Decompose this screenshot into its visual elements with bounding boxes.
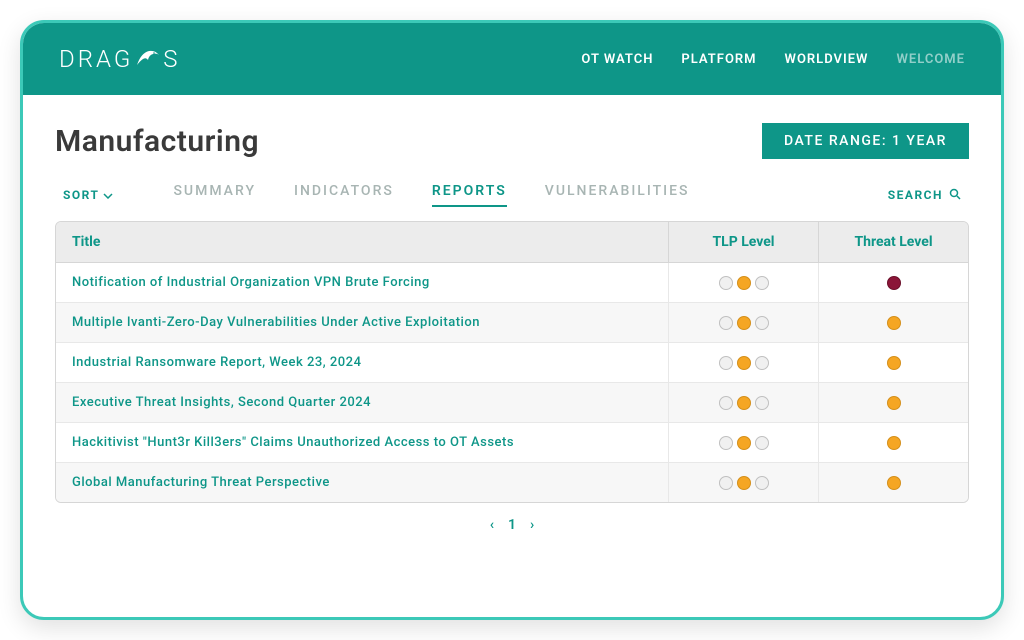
- tlp-dot: [737, 276, 751, 290]
- search-label: SEARCH: [888, 188, 943, 202]
- tab-row: SORT SUMMARY INDICATORS REPORTS VULNERABILI…: [55, 183, 969, 207]
- threat-level-indicator: [818, 263, 968, 302]
- tlp-dot: [719, 356, 733, 370]
- app-frame: DRAG S OT WATCHPLATFORMWORLDVIEWWELCOME …: [20, 20, 1004, 620]
- tab-vulnerabilities[interactable]: VULNERABILITIES: [545, 183, 690, 207]
- tlp-dot: [755, 436, 769, 450]
- report-title-link[interactable]: Global Manufacturing Threat Perspective: [56, 463, 668, 502]
- nav-item-platform[interactable]: PLATFORM: [681, 52, 756, 67]
- col-header-title[interactable]: Title: [56, 222, 668, 262]
- table-row: Multiple Ivanti-Zero-Day Vulnerabilities…: [56, 303, 968, 343]
- tlp-dot: [737, 476, 751, 490]
- content: Manufacturing DATE RANGE: 1 YEAR SORT SU…: [23, 95, 1001, 547]
- table-header: Title TLP Level Threat Level: [56, 222, 968, 263]
- threat-dot: [887, 276, 901, 290]
- dragon-icon: [135, 45, 161, 73]
- pager-current: 1: [508, 517, 516, 533]
- table-row: Hackitivist "Hunt3r Kill3ers" Claims Una…: [56, 423, 968, 463]
- tlp-dot: [755, 396, 769, 410]
- col-header-threat[interactable]: Threat Level: [818, 222, 968, 262]
- search-icon: [949, 188, 961, 203]
- chevron-down-icon: [103, 188, 113, 202]
- pager-next[interactable]: ›: [530, 517, 534, 533]
- threat-level-indicator: [818, 343, 968, 382]
- tlp-dot: [719, 396, 733, 410]
- tlp-level-indicator: [668, 383, 818, 422]
- nav: OT WATCH PLATFORM WORLDVIEW WELCOME: [581, 52, 965, 67]
- threat-dot: [887, 396, 901, 410]
- tlp-dot: [719, 476, 733, 490]
- sort-label: SORT: [63, 188, 99, 202]
- tlp-dot: [719, 276, 733, 290]
- tlp-dot: [755, 356, 769, 370]
- tab-indicators[interactable]: INDICATORS: [294, 183, 394, 207]
- threat-level-indicator: [818, 383, 968, 422]
- table-body: Notification of Industrial Organization …: [56, 263, 968, 502]
- page-title: Manufacturing: [55, 124, 259, 159]
- tlp-dot: [755, 276, 769, 290]
- tab-reports[interactable]: REPORTS: [432, 183, 507, 207]
- report-title-link[interactable]: Multiple Ivanti-Zero-Day Vulnerabilities…: [56, 303, 668, 342]
- tlp-level-indicator: [668, 303, 818, 342]
- nav-item-ot-watch[interactable]: OT WATCH: [581, 52, 653, 67]
- tlp-dot: [719, 316, 733, 330]
- date-range-button[interactable]: DATE RANGE: 1 YEAR: [762, 123, 969, 159]
- tlp-level-indicator: [668, 263, 818, 302]
- tlp-level-indicator: [668, 423, 818, 462]
- tlp-dot: [755, 316, 769, 330]
- report-title-link[interactable]: Notification of Industrial Organization …: [56, 263, 668, 302]
- tlp-dot: [737, 356, 751, 370]
- header: DRAG S OT WATCH PLATFORM WORLDVIEW WELCOME: [23, 23, 1001, 95]
- tlp-dot: [737, 316, 751, 330]
- pager: ‹ 1 ›: [55, 503, 969, 547]
- table-row: Executive Threat Insights, Second Quarte…: [56, 383, 968, 423]
- report-title-link[interactable]: Hackitivist "Hunt3r Kill3ers" Claims Una…: [56, 423, 668, 462]
- tlp-level-indicator: [668, 343, 818, 382]
- tlp-level-indicator: [668, 463, 818, 502]
- tab-summary[interactable]: SUMMARY: [173, 183, 256, 207]
- nav-item-welcome[interactable]: WELCOME: [896, 52, 965, 67]
- table-row: Industrial Ransomware Report, Week 23, 2…: [56, 343, 968, 383]
- reports-table: Title TLP Level Threat Level Notificatio…: [55, 221, 969, 503]
- threat-dot: [887, 436, 901, 450]
- threat-dot: [887, 356, 901, 370]
- table-row: Notification of Industrial Organization …: [56, 263, 968, 303]
- threat-level-indicator: [818, 423, 968, 462]
- tlp-dot: [719, 436, 733, 450]
- sort-button[interactable]: SORT: [63, 188, 113, 202]
- threat-level-indicator: [818, 303, 968, 342]
- report-title-link[interactable]: Industrial Ransomware Report, Week 23, 2…: [56, 343, 668, 382]
- threat-dot: [887, 316, 901, 330]
- search-button[interactable]: SEARCH: [888, 188, 961, 203]
- threat-dot: [887, 476, 901, 490]
- tlp-dot: [737, 436, 751, 450]
- tlp-dot: [755, 476, 769, 490]
- tabs: SUMMARY INDICATORS REPORTS VULNERABILITIES: [173, 183, 887, 207]
- logo: DRAG S: [59, 45, 181, 73]
- logo-text-suffix: S: [163, 45, 180, 73]
- title-row: Manufacturing DATE RANGE: 1 YEAR: [55, 123, 969, 159]
- nav-item-worldview[interactable]: WORLDVIEW: [785, 52, 869, 67]
- tlp-dot: [737, 396, 751, 410]
- logo-text-prefix: DRAG: [59, 45, 133, 73]
- pager-prev[interactable]: ‹: [490, 517, 494, 533]
- threat-level-indicator: [818, 463, 968, 502]
- table-row: Global Manufacturing Threat Perspective: [56, 463, 968, 502]
- report-title-link[interactable]: Executive Threat Insights, Second Quarte…: [56, 383, 668, 422]
- col-header-tlp[interactable]: TLP Level: [668, 222, 818, 262]
